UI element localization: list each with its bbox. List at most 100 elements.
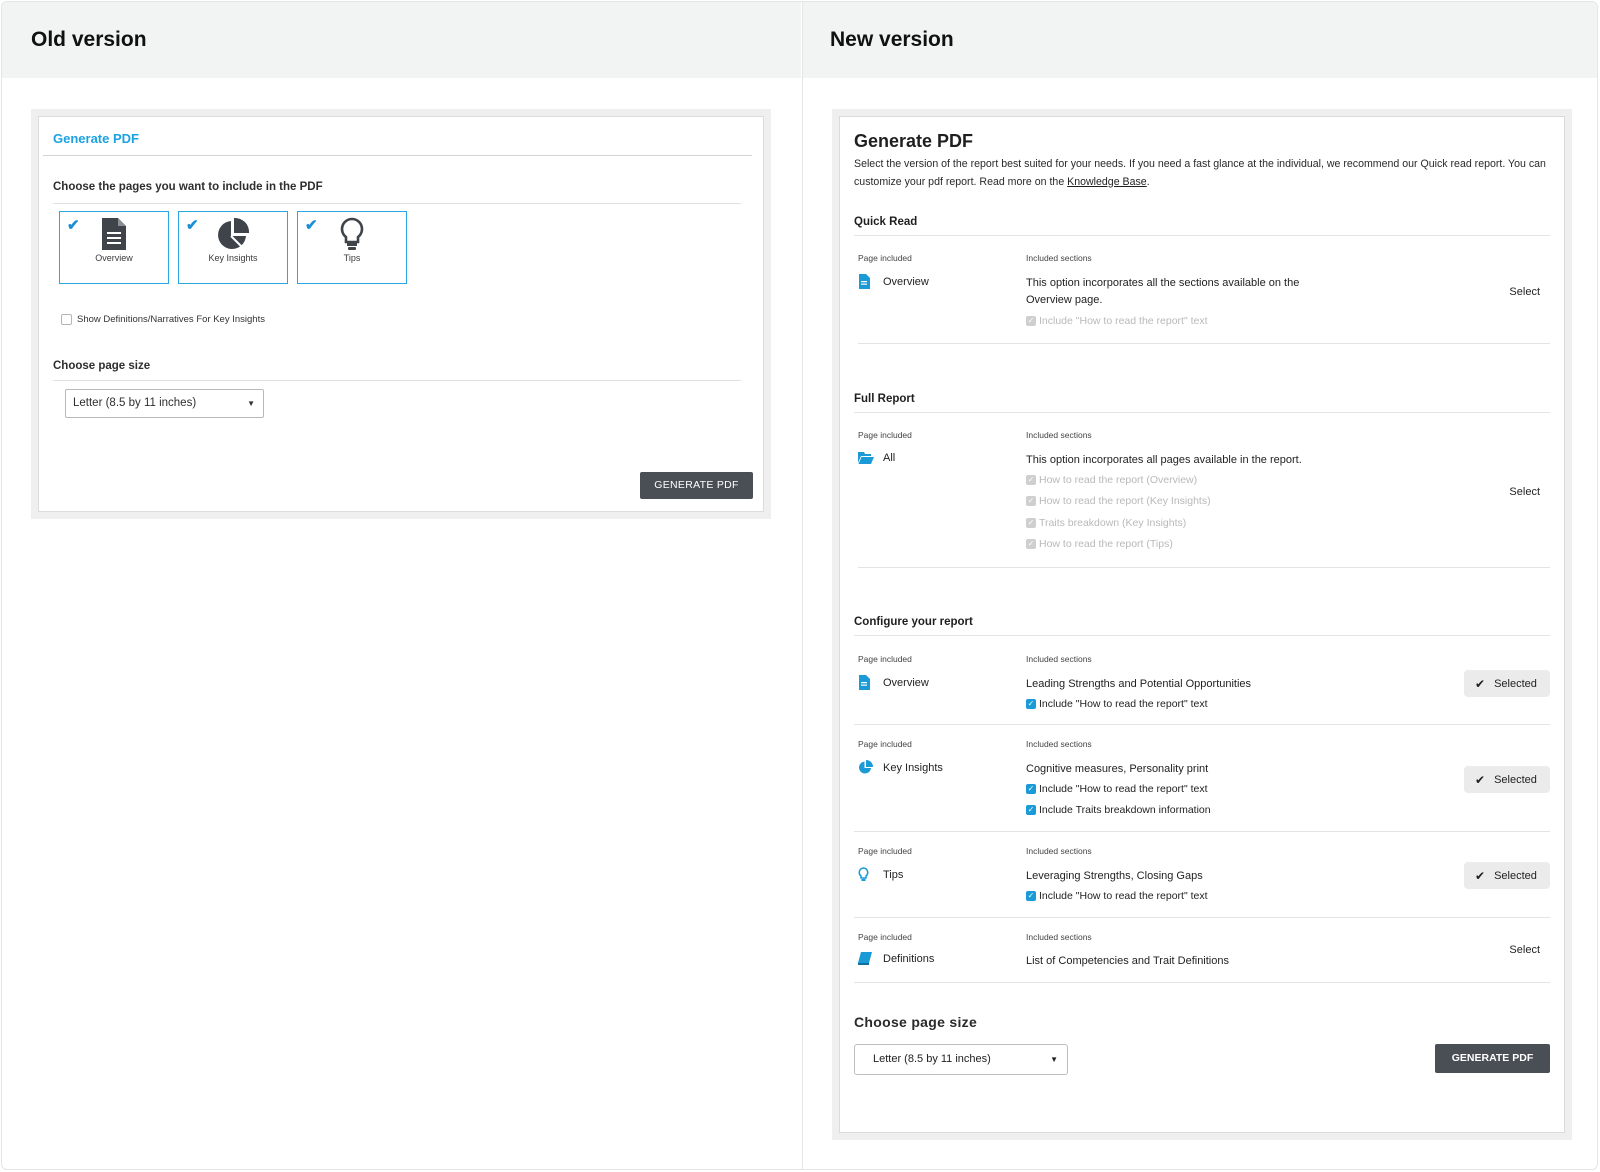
page-size-select[interactable]: Letter (8.5 by 11 inches) ▼ [65, 389, 264, 418]
full-report-option: ✓ How to read the report (Key Insights) [1026, 495, 1211, 507]
page-name: Definitions [883, 952, 935, 965]
included-sections-label: Included sections [1026, 430, 1092, 440]
option-label: How to read the report (Overview) [1039, 474, 1198, 486]
checkbox-checked[interactable]: ✓ [1026, 805, 1036, 815]
configure-row-tips: Tips [858, 867, 903, 882]
choose-pages-label: Choose the pages you want to include in … [53, 181, 323, 193]
selected-label: Selected [1494, 773, 1537, 786]
caret-down-icon: ▼ [1050, 1055, 1058, 1064]
lightbulb-icon [858, 867, 874, 882]
generate-pdf-button[interactable]: GENERATE PDF [640, 472, 753, 499]
page-tile-key-insights[interactable]: ✔ Key Insights [178, 211, 288, 284]
page-tile-overview[interactable]: ✔ Overview [59, 211, 169, 284]
page-included-label: Page included [858, 932, 912, 942]
divider [53, 203, 741, 204]
checkbox-checked-disabled: ✓ [1026, 316, 1036, 326]
definitions-select-button[interactable]: Select [1509, 944, 1540, 956]
checkmark-icon: ✔ [1475, 868, 1486, 883]
full-report-heading: Full Report [854, 393, 915, 405]
included-sections-label: Included sections [1026, 846, 1092, 856]
configure-row-definitions: Definitions [858, 952, 934, 965]
overview-selected-button[interactable]: ✔ Selected [1464, 670, 1550, 697]
option-label: Include "How to read the report" text [1039, 783, 1208, 795]
document-icon [858, 274, 874, 289]
definitions-option[interactable]: Show Definitions/Narratives For Key Insi… [61, 314, 265, 325]
page-included-label: Page included [858, 654, 912, 664]
quick-read-heading: Quick Read [854, 216, 918, 228]
old-version-header: Old version [2, 2, 801, 78]
checkbox-checked[interactable]: ✓ [1026, 784, 1036, 794]
page-name: Key Insights [883, 761, 943, 774]
row-option[interactable]: ✓ Include "How to read the report" text [1026, 698, 1208, 710]
divider [854, 982, 1550, 983]
configure-row-key-insights: Key Insights [858, 760, 943, 775]
key-insights-selected-button[interactable]: ✔ Selected [1464, 766, 1550, 793]
new-generate-pdf-card: Generate PDF Select the version of the r… [839, 116, 1565, 1133]
quick-read-description: This option incorporates all the section… [1026, 275, 1299, 309]
old-panel-title: Generate PDF [53, 131, 139, 146]
pie-chart-icon [179, 217, 287, 256]
page-size-value: Letter (8.5 by 11 inches) [73, 397, 197, 409]
description-line: This option incorporates all the section… [1026, 277, 1300, 289]
new-version-column: New version Generate PDF Select the vers… [802, 2, 1597, 1169]
folder-open-icon [858, 451, 874, 464]
intro-end: . [1146, 175, 1150, 188]
option-label: How to read the report (Key Insights) [1039, 495, 1211, 507]
page-included-label: Page included [858, 846, 912, 856]
row-option[interactable]: ✓ Include Traits breakdown information [1026, 804, 1211, 816]
divider [858, 567, 1550, 568]
checkbox-checked-disabled: ✓ [1026, 518, 1036, 528]
option-label: How to read the report (Tips) [1039, 538, 1173, 550]
page-size-value: Letter (8.5 by 11 inches) [873, 1053, 991, 1065]
divider [858, 343, 1550, 344]
divider [53, 380, 741, 381]
quick-read-select-button[interactable]: Select [1509, 286, 1540, 298]
definitions-checkbox[interactable] [61, 314, 72, 325]
selected-label: Selected [1494, 869, 1537, 882]
option-label: Include "How to read the report" text [1039, 698, 1208, 710]
knowledge-base-link[interactable]: Knowledge Base [1067, 176, 1147, 188]
divider [854, 917, 1550, 918]
document-icon [858, 675, 874, 690]
checkbox-checked[interactable]: ✓ [1026, 699, 1036, 709]
full-report-option: ✓ Traits breakdown (Key Insights) [1026, 517, 1186, 529]
quick-read-page: Overview [858, 274, 929, 289]
generate-pdf-button[interactable]: GENERATE PDF [1435, 1044, 1550, 1073]
full-report-page: All [858, 451, 895, 464]
page-name: Overview [883, 275, 929, 288]
lightbulb-icon [298, 217, 406, 256]
quick-read-option: ✓ Include "How to read the report" text [1026, 315, 1208, 327]
page-included-label: Page included [858, 253, 912, 263]
full-report-description: This option incorporates all pages avail… [1026, 454, 1302, 466]
checkbox-checked[interactable]: ✓ [1026, 891, 1036, 901]
intro-body: Select the version of the report best su… [854, 158, 1546, 188]
page-tile-label: Overview [95, 253, 133, 263]
checkbox-checked-disabled: ✓ [1026, 475, 1036, 485]
document-icon [60, 217, 168, 256]
divider [43, 155, 752, 156]
divider [854, 831, 1550, 832]
definitions-option-label: Show Definitions/Narratives For Key Insi… [77, 314, 265, 325]
tips-selected-button[interactable]: ✔ Selected [1464, 862, 1550, 889]
checkbox-checked-disabled: ✓ [1026, 539, 1036, 549]
included-sections-label: Included sections [1026, 253, 1092, 263]
page-size-select[interactable]: Letter (8.5 by 11 inches) ▼ [854, 1044, 1068, 1075]
page-included-label: Page included [858, 430, 912, 440]
full-report-option: ✓ How to read the report (Overview) [1026, 474, 1197, 486]
included-sections-label: Included sections [1026, 654, 1092, 664]
page-tile-label: Key Insights [208, 253, 258, 263]
old-version-column: Old version Generate PDF Choose the page… [2, 2, 801, 1169]
option-label: Include Traits breakdown information [1039, 804, 1211, 816]
row-description: List of Competencies and Trait Definitio… [1026, 955, 1229, 967]
full-report-select-button[interactable]: Select [1509, 486, 1540, 498]
old-generate-pdf-panel: Generate PDF Choose the pages you want t… [31, 109, 771, 519]
configure-row-overview: Overview [858, 675, 929, 690]
page-name: Overview [883, 676, 929, 689]
row-description: Leveraging Strengths, Closing Gaps [1026, 870, 1203, 882]
checkmark-icon: ✔ [1475, 676, 1486, 691]
pie-chart-icon [858, 760, 874, 775]
row-option[interactable]: ✓ Include "How to read the report" text [1026, 890, 1208, 902]
page-tile-tips[interactable]: ✔ Tips [297, 211, 407, 284]
row-option[interactable]: ✓ Include "How to read the report" text [1026, 783, 1208, 795]
included-sections-label: Included sections [1026, 739, 1092, 749]
